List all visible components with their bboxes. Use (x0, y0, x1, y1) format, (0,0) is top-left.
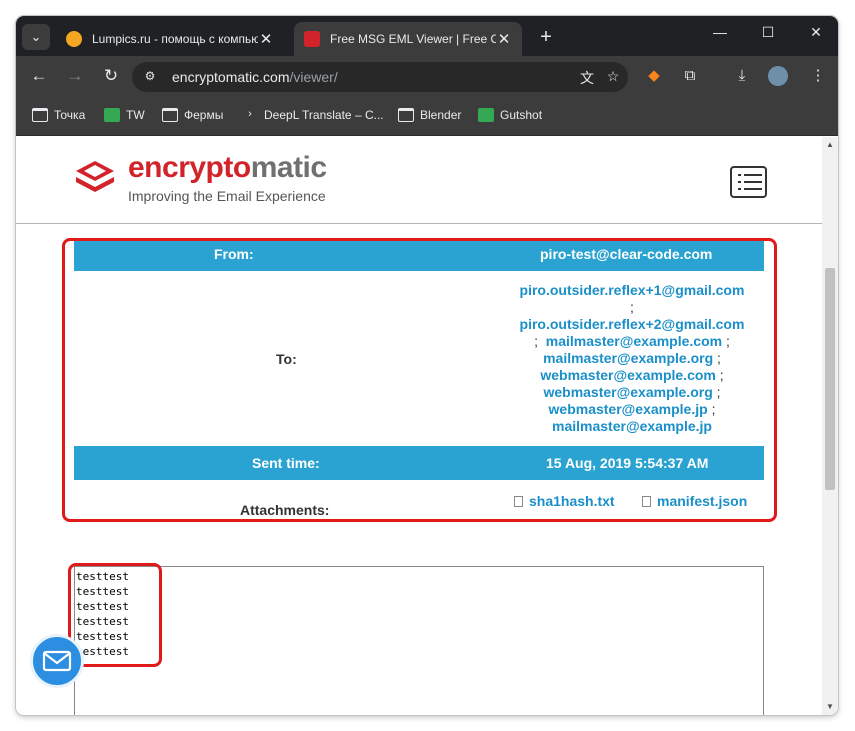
scroll-down-arrow-icon[interactable]: ▼ (822, 699, 838, 715)
tab-title: Free MSG EML Viewer | Free Online (330, 32, 496, 46)
bookmark-label: Blender (420, 108, 462, 122)
browser-window: ⌄ Lumpics.ru - помощь с компьютером ✕ Fr… (16, 16, 838, 715)
scroll-up-arrow-icon[interactable]: ▲ (822, 137, 838, 153)
translate-icon[interactable]: 文 (578, 68, 596, 86)
green-cross-icon (104, 108, 120, 122)
bookmark-tw[interactable]: TW (104, 108, 145, 122)
folder-icon (32, 108, 48, 122)
tab-search-button[interactable]: ⌄ (22, 24, 50, 50)
header-highlight-box (62, 238, 777, 522)
folder-icon (398, 108, 414, 122)
message-body-box[interactable] (74, 566, 764, 715)
maximize-button[interactable]: ☐ (758, 24, 778, 46)
bookmark-gutshot[interactable]: Gutshot (478, 108, 542, 122)
toolbar: ← → ↻ ⚙ encryptomatic.com/viewer/ 文 ☆ ◆ … (16, 56, 838, 96)
page-viewport: encryptomatic Improving the Email Experi… (16, 137, 822, 715)
tab-bar: ⌄ Lumpics.ru - помощь с компьютером ✕ Fr… (16, 16, 838, 56)
site-logo-text[interactable]: encryptomatic (128, 151, 327, 185)
lumpics-favicon-icon (66, 31, 82, 47)
new-tab-button[interactable]: + (536, 26, 556, 49)
profile-avatar[interactable] (768, 66, 788, 86)
site-info-icon[interactable]: ⚙ (142, 69, 158, 85)
encryptomatic-favicon-icon (304, 31, 320, 47)
tab-lumpics[interactable]: Lumpics.ru - помощь с компьютером ✕ (56, 22, 284, 56)
bookmark-tochka[interactable]: Точка (32, 108, 85, 122)
metamask-extension-icon[interactable]: ◆ (644, 66, 664, 86)
hamburger-menu-button[interactable] (730, 166, 767, 198)
bookmark-fermy[interactable]: Фермы (162, 108, 223, 122)
forward-button[interactable]: → (64, 65, 86, 87)
header-divider (16, 223, 822, 224)
chevron-down-icon: ⌄ (30, 29, 42, 44)
extensions-puzzle-icon[interactable]: ⧉ (680, 66, 700, 86)
more-menu-icon[interactable]: ⋮ (808, 66, 828, 86)
bookmark-deepl[interactable]: › DeepL Translate – C... (242, 108, 384, 122)
bookmark-label: Фермы (184, 108, 224, 122)
scroll-thumb[interactable] (825, 268, 835, 490)
bookmark-star-icon[interactable]: ☆ (604, 68, 622, 86)
close-tab-icon[interactable]: ✕ (496, 30, 512, 48)
green-cross-icon (478, 108, 494, 122)
address-bar[interactable]: ⚙ encryptomatic.com/viewer/ 文 ☆ (132, 62, 628, 92)
minimize-button[interactable]: — (710, 24, 730, 46)
url-text: encryptomatic.com/viewer/ (172, 69, 338, 85)
page-scrollbar[interactable]: ▲ ▼ (822, 137, 838, 715)
bookmark-label: TW (126, 108, 145, 122)
bookmark-label: Gutshot (500, 108, 543, 122)
download-icon[interactable]: ⤓ (732, 66, 752, 86)
bookmarks-bar: Точка TW Фермы › DeepL Translate – C... … (16, 96, 838, 136)
bookmark-blender[interactable]: Blender (398, 108, 461, 122)
email-chat-button[interactable] (30, 634, 84, 688)
back-button[interactable]: ← (28, 65, 50, 87)
folder-icon (162, 108, 178, 122)
close-tab-icon[interactable]: ✕ (258, 30, 274, 48)
bookmark-label: DeepL Translate – C... (264, 108, 384, 122)
tab-viewer[interactable]: Free MSG EML Viewer | Free Online ✕ (294, 22, 522, 56)
deepl-icon: › (248, 108, 252, 120)
envelope-icon (42, 650, 72, 672)
reload-button[interactable]: ↻ (100, 65, 122, 87)
bookmark-label: Точка (54, 108, 86, 122)
tab-title: Lumpics.ru - помощь с компьютером (92, 32, 258, 46)
encryptomatic-logo-icon[interactable] (72, 155, 118, 197)
close-window-button[interactable]: ✕ (806, 24, 826, 46)
site-tagline: Improving the Email Experience (128, 188, 326, 204)
